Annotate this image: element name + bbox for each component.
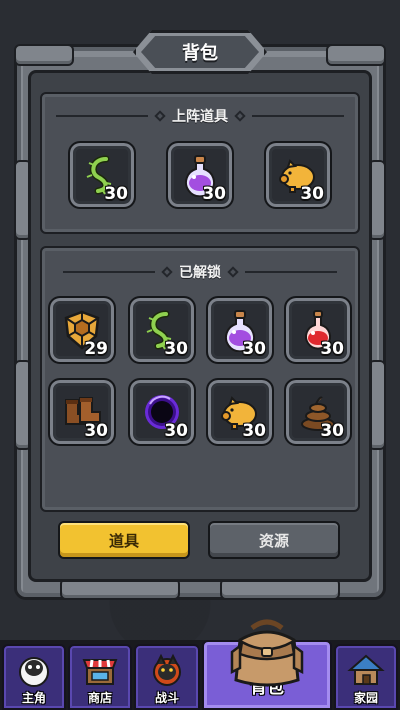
unlocked-header-label: 已解锁 xyxy=(179,265,221,281)
divider xyxy=(63,271,155,273)
item-count: 30 xyxy=(300,184,324,204)
unlocked-slot-4[interactable]: 30 xyxy=(284,296,352,364)
nav-shop-label: 商店 xyxy=(87,691,112,705)
frame-stone xyxy=(14,44,74,66)
divider xyxy=(245,271,337,273)
unlocked-slot-6[interactable]: 30 xyxy=(128,378,196,446)
unlocked-slot-3[interactable]: 30 xyxy=(206,296,274,364)
unlocked-slot-2[interactable]: 30 xyxy=(128,296,196,364)
item-count: 30 xyxy=(84,421,108,441)
equipped-header: 上阵道具 xyxy=(42,106,358,126)
nav-hero[interactable]: 主角 xyxy=(2,644,66,710)
battle-wolf-icon xyxy=(136,650,198,694)
item-count: 30 xyxy=(164,421,188,441)
unlocked-slot-8[interactable]: 30 xyxy=(284,378,352,446)
item-count: 30 xyxy=(242,339,266,359)
diamond-ornament xyxy=(234,110,246,122)
diamond-ornament xyxy=(227,266,239,278)
unlocked-header: 已解锁 xyxy=(42,262,358,282)
divider xyxy=(252,115,344,117)
title-plate-inner: 背包 xyxy=(141,36,259,68)
equipped-slot-2[interactable]: 30 xyxy=(166,141,234,209)
backpack-icon xyxy=(228,618,306,690)
unlocked-slot-5[interactable]: 30 xyxy=(48,378,116,446)
item-count: 30 xyxy=(320,421,344,441)
nav-battle[interactable]: 战斗 xyxy=(134,644,200,710)
unlocked-slot-7[interactable]: 30 xyxy=(206,378,274,446)
shop-stall-icon xyxy=(70,650,130,694)
nav-home-label: 家园 xyxy=(353,691,378,705)
item-count: 29 xyxy=(84,339,108,359)
sheep-icon xyxy=(4,650,64,694)
nav-hero-label: 主角 xyxy=(21,691,46,705)
item-count: 30 xyxy=(242,421,266,441)
tab-resources[interactable]: 资源 xyxy=(208,521,340,559)
item-count: 30 xyxy=(202,184,226,204)
nav-battle-label: 战斗 xyxy=(154,691,179,705)
page-title: 背包 xyxy=(182,43,218,64)
diamond-ornament xyxy=(154,110,166,122)
house-icon xyxy=(336,650,396,694)
diamond-ornament xyxy=(161,266,173,278)
item-count: 30 xyxy=(104,184,128,204)
tab-items[interactable]: 道具 xyxy=(58,521,190,559)
unlocked-slot-1[interactable]: 29 xyxy=(48,296,116,364)
equipped-slot-1[interactable]: 30 xyxy=(68,141,136,209)
item-count: 30 xyxy=(320,339,344,359)
item-count: 30 xyxy=(164,339,188,359)
divider xyxy=(56,115,148,117)
frame-stone xyxy=(326,44,386,66)
equipped-header-label: 上阵道具 xyxy=(172,109,228,125)
equipped-slot-3[interactable]: 30 xyxy=(264,141,332,209)
nav-shop[interactable]: 商店 xyxy=(68,644,132,710)
nav-home[interactable]: 家园 xyxy=(334,644,398,710)
